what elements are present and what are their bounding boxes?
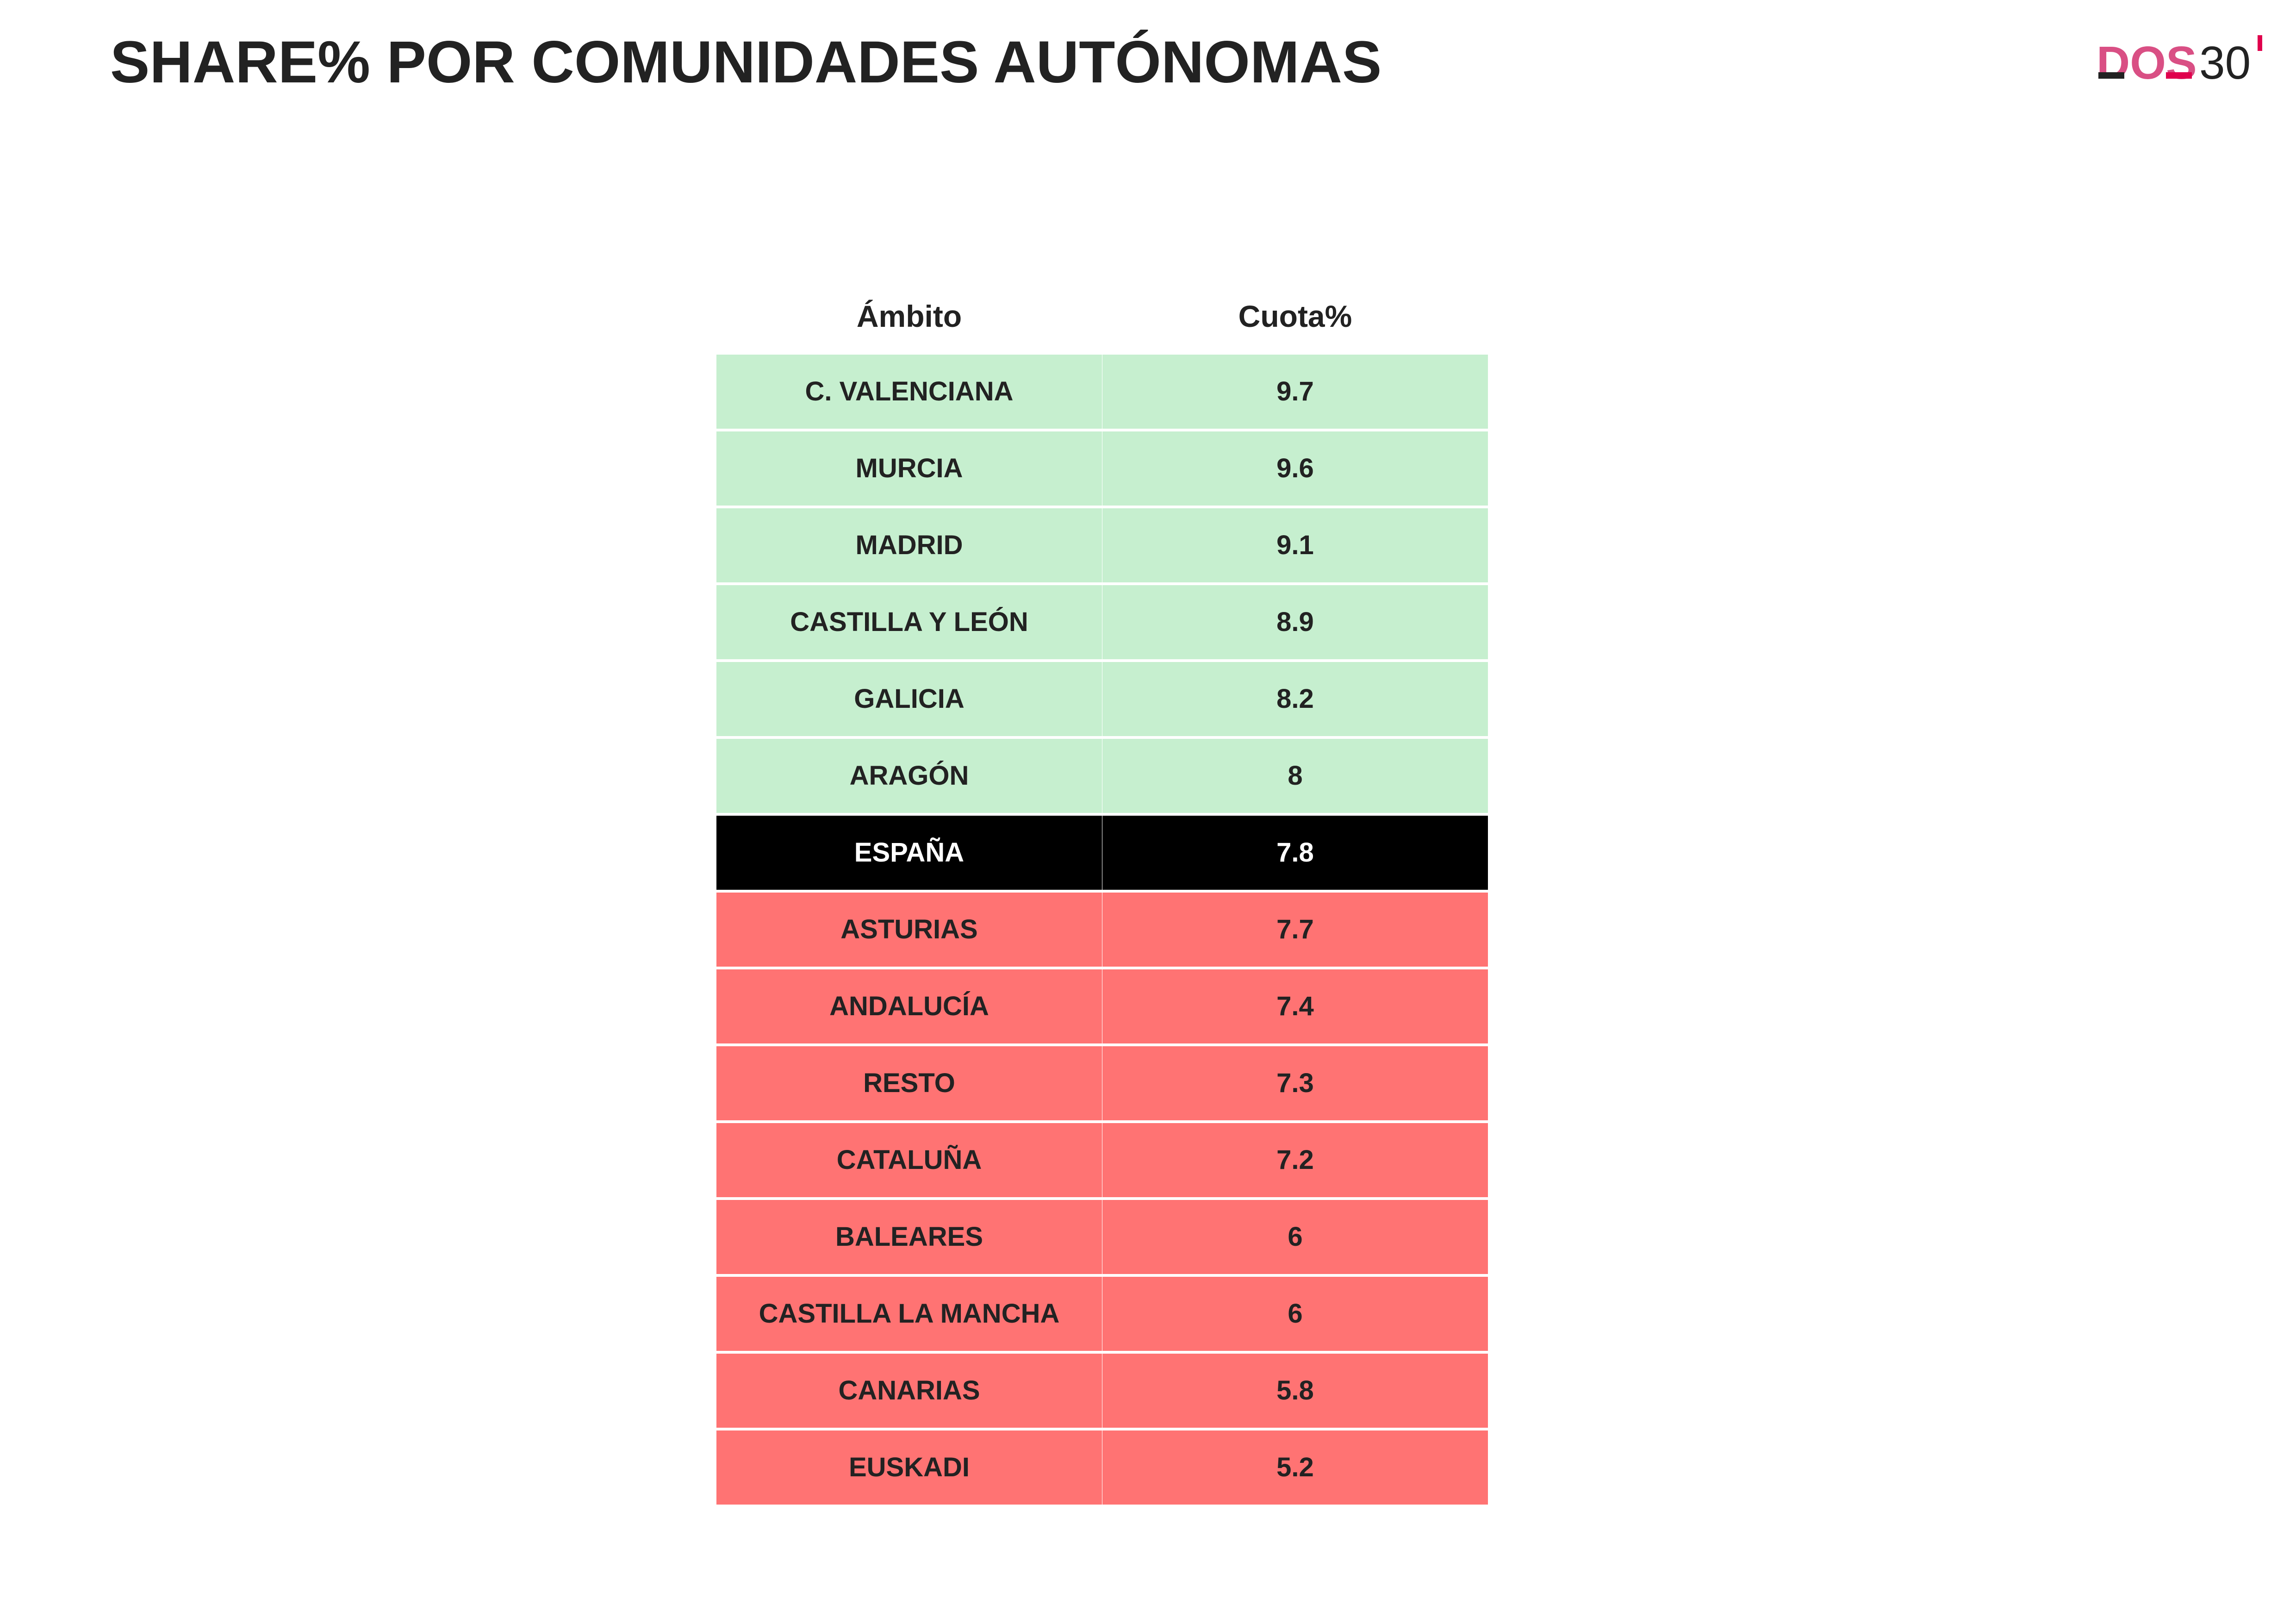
- cell-cuota: 8.9: [1102, 585, 1488, 659]
- table-row: CASTILLA LA MANCHA 6: [716, 1277, 1488, 1351]
- cell-ambito: CATALUÑA: [716, 1123, 1102, 1197]
- cell-ambito: GALICIA: [716, 662, 1102, 736]
- table-row: ASTURIAS 7.7: [716, 893, 1488, 967]
- column-header-ambito: Ámbito: [856, 299, 962, 333]
- table-row: CANARIAS 5.8: [716, 1354, 1488, 1428]
- cell-cuota: 8.2: [1102, 662, 1488, 736]
- table-row: BALEARES 6: [716, 1200, 1488, 1274]
- cell-cuota: 7.3: [1102, 1046, 1488, 1120]
- cell-ambito: EUSKADI: [716, 1430, 1102, 1505]
- table-row: EUSKADI 5.2: [716, 1430, 1488, 1505]
- dos30-logo: DOS 30: [2097, 32, 2272, 88]
- cell-ambito: ARAGÓN: [716, 739, 1102, 813]
- logo-accent-bar: [2098, 72, 2124, 79]
- table-row: MURCIA 9.6: [716, 431, 1488, 506]
- table-row: CATALUÑA 7.2: [716, 1123, 1488, 1197]
- cell-ambito: MADRID: [716, 508, 1102, 582]
- cell-cuota: 9.1: [1102, 508, 1488, 582]
- column-header-cuota: Cuota%: [1238, 299, 1352, 333]
- cell-cuota: 8: [1102, 739, 1488, 813]
- cell-cuota: 7.8: [1102, 816, 1488, 890]
- cell-cuota: 7.7: [1102, 893, 1488, 967]
- cell-cuota: 9.6: [1102, 431, 1488, 506]
- cell-ambito: ESPAÑA: [716, 816, 1102, 890]
- cell-cuota: 7.4: [1102, 969, 1488, 1043]
- cell-cuota: 5.8: [1102, 1354, 1488, 1428]
- table-row: C. VALENCIANA 9.7: [716, 355, 1488, 429]
- dos30-logo-graphic: DOS 30: [2097, 35, 2262, 88]
- cell-ambito: RESTO: [716, 1046, 1102, 1120]
- share-table: Ámbito Cuota% C. VALENCIANA 9.7 MURCIA 9.6 M…: [716, 278, 1488, 1507]
- cell-ambito: ANDALUCÍA: [716, 969, 1102, 1043]
- cell-ambito: CASTILLA LA MANCHA: [716, 1277, 1102, 1351]
- logo-dos-text: DOS: [2097, 37, 2197, 88]
- table-row: GALICIA 8.2: [716, 662, 1488, 736]
- cell-ambito: BALEARES: [716, 1200, 1102, 1274]
- table-row: ANDALUCÍA 7.4: [716, 969, 1488, 1043]
- cell-cuota: 6: [1102, 1200, 1488, 1274]
- table-row: RESTO 7.3: [716, 1046, 1488, 1120]
- cell-cuota: 6: [1102, 1277, 1488, 1351]
- cell-cuota: 5.2: [1102, 1430, 1488, 1505]
- logo-apostrophe: [2258, 35, 2262, 51]
- table-header: Ámbito Cuota%: [716, 278, 1488, 355]
- cell-cuota: 7.2: [1102, 1123, 1488, 1197]
- table-row: ESPAÑA 7.8: [716, 816, 1488, 890]
- table-row: MADRID 9.1: [716, 508, 1488, 582]
- cell-ambito: ASTURIAS: [716, 893, 1102, 967]
- cell-ambito: MURCIA: [716, 431, 1102, 506]
- table-row: ARAGÓN 8: [716, 739, 1488, 813]
- logo-accent-bar: [2166, 72, 2192, 79]
- cell-ambito: CANARIAS: [716, 1354, 1102, 1428]
- table-row: CASTILLA Y LEÓN 8.9: [716, 585, 1488, 659]
- page-title: SHARE% POR COMUNIDADES AUTÓNOMAS: [110, 29, 1382, 95]
- cell-ambito: CASTILLA Y LEÓN: [716, 585, 1102, 659]
- logo-number-text: 30: [2199, 37, 2251, 88]
- cell-cuota: 9.7: [1102, 355, 1488, 429]
- table-body: C. VALENCIANA 9.7 MURCIA 9.6 MADRID 9.1 CASTIL…: [716, 355, 1488, 1505]
- cell-ambito: C. VALENCIANA: [716, 355, 1102, 429]
